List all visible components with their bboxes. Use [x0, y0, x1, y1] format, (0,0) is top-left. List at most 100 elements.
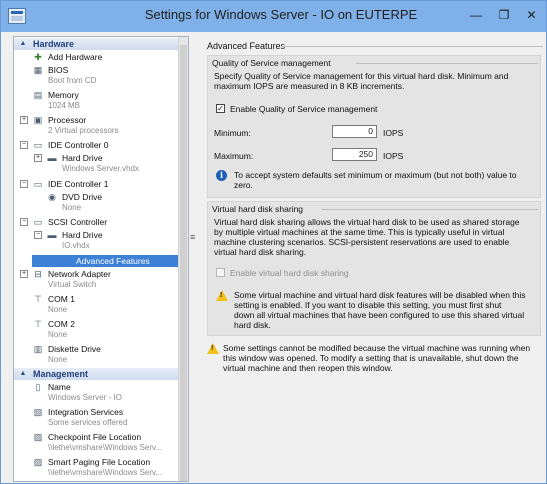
maximize-button[interactable]: ❐ [490, 4, 518, 26]
tree-item-label: Memory [48, 90, 79, 100]
expand-toggle-icon[interactable]: + [34, 154, 42, 162]
pane-splitter-grip-icon[interactable]: ≡ [190, 233, 197, 242]
memory-icon: ▤ [33, 90, 43, 100]
tree-item-com1[interactable]: ⊤ COM 1 None [32, 294, 172, 316]
collapse-toggle-icon[interactable]: − [34, 231, 42, 239]
tree-item-add-hardware[interactable]: ✚ Add Hardware [32, 52, 172, 64]
tree-item-label: DVD Drive [62, 192, 103, 202]
tree-item-ide0-hard-drive[interactable]: ▬ Hard Drive Windows Server.vhdx [46, 153, 176, 175]
info-icon: i [216, 170, 227, 181]
tree-item-label: IDE Controller 1 [48, 179, 109, 189]
network-icon: ⊟ [34, 269, 42, 279]
processor-icon: ▣ [33, 115, 43, 125]
tree-item-bios[interactable]: ▦ BIOS Boot from CD [32, 65, 172, 87]
group-divider [356, 63, 538, 64]
hyperv-settings-icon [8, 8, 26, 24]
tree-item-sub: Windows Server - IO [48, 393, 122, 402]
settings-window: Settings for Windows Server - IO on EUTE… [0, 0, 547, 484]
warning-icon: ! [207, 343, 219, 354]
running-warning-line1: Some settings cannot be modified because… [223, 343, 531, 353]
expand-toggle-icon[interactable]: + [20, 270, 28, 278]
maximum-iops-input[interactable]: 250 [332, 148, 377, 161]
category-label: Hardware [33, 39, 75, 49]
sharing-warning-line2: setting is enabled. If you want to disab… [234, 300, 502, 310]
close-button[interactable]: ✕ [518, 4, 545, 26]
settings-tree: ▲ Hardware ✚ Add Hardware ▦ BIOS Boot fr… [13, 36, 189, 482]
category-label: Management [33, 369, 89, 379]
chip-icon: ▦ [33, 65, 43, 75]
enable-qos-checkbox[interactable]: ✓ [216, 104, 225, 113]
maximum-label: Maximum: [214, 151, 254, 161]
collapse-toggle-icon[interactable]: − [20, 218, 28, 226]
sharing-warning-line1: Some virtual machine and virtual hard di… [234, 290, 526, 300]
tree-item-sub: None [62, 203, 82, 212]
collapse-arrow-icon[interactable]: ▲ [18, 39, 28, 49]
tree-item-sub: Some services offered [48, 418, 128, 427]
tree-item-sub: IO.vhdx [62, 241, 90, 250]
tree-item-checkpoint-location[interactable]: ▨ Checkpoint File Location \\lethe\vmsha… [32, 432, 178, 454]
tree-item-label: Smart Paging File Location [48, 457, 151, 467]
minimum-label: Minimum: [214, 128, 251, 138]
tree-item-ide-controller-1[interactable]: ▭ IDE Controller 1 [32, 179, 172, 191]
tree-item-network-adapter[interactable]: ⊟ Network Adapter Virtual Switch [32, 269, 172, 291]
warning-icon: ! [216, 290, 228, 301]
sharing-description-line1: Virtual hard disk sharing allows the vir… [214, 217, 520, 227]
tree-item-label: BIOS [48, 65, 69, 75]
tree-item-advanced-features[interactable]: Advanced Features [32, 255, 178, 267]
sharing-description-line4: virtual hard disk sharing. [214, 247, 307, 257]
expand-toggle-icon[interactable]: + [20, 116, 28, 124]
category-hardware[interactable]: ▲ Hardware [14, 38, 178, 50]
qos-description-line2: maximum IOPS are measured in 8 KB increm… [214, 81, 405, 91]
tree-scrollbar-thumb[interactable] [180, 45, 187, 481]
serial-port-icon: ⊤ [34, 319, 42, 329]
sharing-warning-line4: hard disk. [234, 320, 271, 330]
category-management[interactable]: ▲ Management [14, 368, 178, 380]
tree-item-sub: \\lethe\vmshare\Windows Serv... [48, 443, 163, 452]
tree-item-dvd-drive[interactable]: ◉ DVD Drive None [46, 192, 176, 214]
tree-item-label: Advanced Features [76, 256, 150, 266]
tree-item-label: COM 2 [48, 319, 75, 329]
title-divider [281, 46, 543, 47]
title-bar[interactable]: Settings for Windows Server - IO on EUTE… [1, 1, 546, 32]
tree-item-processor[interactable]: ▣ Processor 2 Virtual processors [32, 115, 172, 137]
minimize-button[interactable]: — [462, 4, 490, 26]
tree-item-integration-services[interactable]: ▧ Integration Services Some services off… [32, 407, 172, 429]
dvd-icon: ◉ [48, 192, 56, 202]
tree-item-label: Hard Drive [62, 230, 103, 240]
tree-item-scsi-hard-drive[interactable]: ▬ Hard Drive IO.vhdx [46, 230, 176, 252]
tree-item-diskette-drive[interactable]: ▥ Diskette Drive None [32, 344, 172, 366]
tree-scrollbar[interactable] [178, 37, 188, 481]
diskette-icon: ▥ [33, 344, 43, 354]
enable-sharing-label[interactable]: Enable virtual hard disk sharing [230, 268, 349, 278]
tree-item-label: Checkpoint File Location [48, 432, 142, 442]
tree-item-name[interactable]: ▯ Name Windows Server - IO [32, 382, 172, 404]
tree-item-sub: 1024 MB [48, 101, 81, 110]
collapse-toggle-icon[interactable]: − [20, 141, 28, 149]
enable-qos-label[interactable]: Enable Quality of Service management [230, 104, 377, 114]
collapse-toggle-icon[interactable]: − [20, 180, 28, 188]
collapse-arrow-icon[interactable]: ▲ [18, 369, 28, 379]
controller-icon: ▭ [33, 217, 43, 227]
hard-drive-icon: ▬ [47, 153, 57, 163]
tree-item-ide-controller-0[interactable]: ▭ IDE Controller 0 [32, 140, 172, 152]
enable-sharing-checkbox[interactable] [216, 268, 225, 277]
running-warning-line3: virtual machine and then reopen this win… [223, 363, 393, 373]
tree-item-sub: None [48, 305, 68, 314]
tree-item-smart-paging-location[interactable]: ▨ Smart Paging File Location \\lethe\vms… [32, 457, 178, 479]
group-title: Quality of Service management [212, 58, 331, 68]
sharing-description-line3: machine clustering scenarios. SCSI-persi… [214, 237, 510, 247]
tree-item-com2[interactable]: ⊤ COM 2 None [32, 319, 172, 341]
hard-drive-icon: ▬ [47, 230, 57, 240]
tree-item-memory[interactable]: ▤ Memory 1024 MB [32, 90, 172, 112]
tree-item-sub: None [48, 330, 68, 339]
group-divider [322, 209, 538, 210]
group-title: Virtual hard disk sharing [212, 204, 304, 214]
tree-item-label: IDE Controller 0 [48, 140, 109, 150]
add-hardware-icon: ✚ [34, 52, 42, 62]
tree-item-label: Add Hardware [48, 52, 103, 62]
tree-item-label: SCSI Controller [48, 217, 108, 227]
tree-item-scsi-controller[interactable]: ▭ SCSI Controller [32, 217, 172, 229]
tree-item-label: Name [48, 382, 71, 392]
minimum-iops-input[interactable]: 0 [332, 125, 377, 138]
minimum-unit: IOPS [383, 128, 404, 138]
